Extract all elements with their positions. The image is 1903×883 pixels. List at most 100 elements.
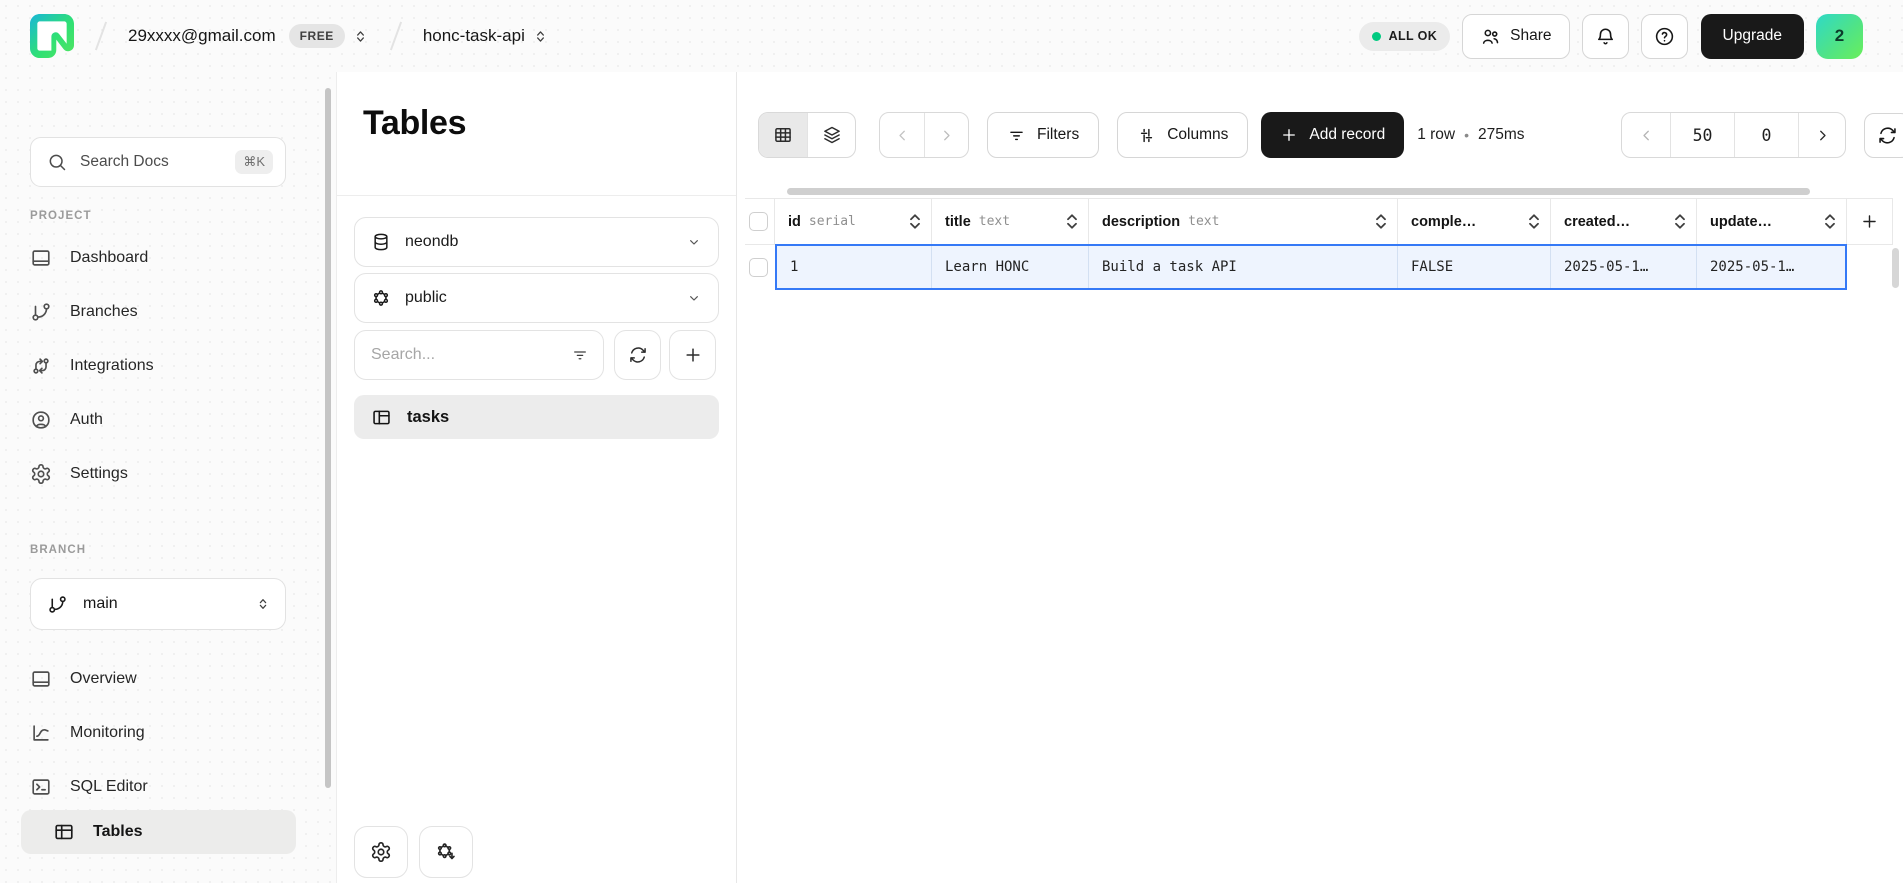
- git-branch-icon: [30, 301, 52, 323]
- schema-selector[interactable]: public: [354, 273, 719, 323]
- select-all-checkbox[interactable]: [749, 212, 768, 231]
- sidebar-item-settings[interactable]: Settings: [30, 447, 128, 501]
- branch-selector[interactable]: main: [30, 578, 286, 630]
- view-mode-segment: [758, 112, 856, 158]
- database-selector[interactable]: neondb: [354, 217, 719, 267]
- breadcrumb-project[interactable]: honc-task-api: [423, 26, 525, 46]
- status-badge[interactable]: ALL OK: [1359, 22, 1451, 51]
- next-button[interactable]: [924, 113, 968, 157]
- sort-icon[interactable]: [909, 214, 921, 229]
- window-icon: [30, 247, 52, 269]
- project-switcher-chevron-icon[interactable]: [532, 28, 549, 45]
- sort-icon[interactable]: [1375, 214, 1387, 229]
- upgrade-button[interactable]: Upgrade: [1701, 14, 1804, 59]
- notifications-button[interactable]: [1582, 14, 1629, 59]
- schema-view-button[interactable]: [807, 113, 855, 157]
- schema-export-button[interactable]: [419, 826, 473, 878]
- data-toolbar: Filters Columns Add record 1 row • 275ms…: [758, 112, 1903, 158]
- selected-row[interactable]: 1 Learn HONC Build a task API FALSE 2025…: [775, 244, 1847, 290]
- sidebar-item-label: SQL Editor: [70, 778, 148, 796]
- table-search-input[interactable]: [371, 346, 571, 364]
- column-type: text: [1188, 214, 1219, 229]
- refresh-tables-button[interactable]: [614, 330, 661, 380]
- tables-panel: Tables neondb public: [336, 72, 737, 883]
- breadcrumb-account[interactable]: 29xxxx@gmail.com: [128, 26, 276, 46]
- cell-completed[interactable]: FALSE: [1398, 246, 1551, 288]
- sidebar-scrollbar[interactable]: [325, 88, 331, 788]
- refresh-data-button[interactable]: [1864, 113, 1903, 158]
- page-offset-input[interactable]: 0: [1734, 113, 1798, 157]
- create-table-button[interactable]: [669, 330, 716, 380]
- filters-label: Filters: [1037, 126, 1079, 144]
- gear-icon: [370, 841, 392, 863]
- column-header-completed[interactable]: comple…: [1398, 199, 1551, 244]
- search-docs-button[interactable]: Search Docs ⌘K: [30, 137, 286, 187]
- page-size-input[interactable]: 50: [1670, 113, 1734, 157]
- column-name: comple…: [1411, 214, 1476, 230]
- column-header-id[interactable]: id serial: [775, 199, 932, 244]
- sidebar-item-auth[interactable]: Auth: [30, 393, 103, 447]
- sidebar-item-label: Monitoring: [70, 724, 145, 742]
- sort-icon[interactable]: [1824, 214, 1836, 229]
- chevron-down-icon: [686, 290, 702, 306]
- help-button[interactable]: [1641, 14, 1688, 59]
- filter-lines-icon[interactable]: [571, 346, 589, 364]
- terminal-icon: [30, 776, 52, 798]
- sidebar-item-label: Settings: [70, 465, 128, 483]
- table-vertical-scrollbar[interactable]: [1892, 248, 1899, 288]
- prev-button[interactable]: [880, 113, 924, 157]
- sidebar-item-branches[interactable]: Branches: [30, 285, 138, 339]
- account-switcher-chevron-icon[interactable]: [352, 28, 369, 45]
- page-prev-button[interactable]: [1622, 113, 1670, 157]
- refresh-icon: [1877, 125, 1898, 146]
- sidebar-item-label: Branches: [70, 303, 138, 321]
- panel-settings-button[interactable]: [354, 826, 408, 878]
- sidebar-item-integrations[interactable]: Integrations: [30, 339, 154, 393]
- refresh-icon: [628, 345, 648, 365]
- table-list-item-tasks[interactable]: tasks: [354, 395, 719, 439]
- layers-icon: [822, 125, 842, 145]
- cell-id[interactable]: 1: [777, 246, 932, 288]
- table-name: tasks: [407, 408, 449, 427]
- column-header-created[interactable]: created…: [1551, 199, 1697, 244]
- columns-button[interactable]: Columns: [1117, 112, 1248, 158]
- sidebar-item-label: Integrations: [70, 357, 154, 375]
- sidebar-item-monitoring[interactable]: Monitoring: [30, 706, 145, 760]
- chevron-up-down-icon: [255, 596, 271, 612]
- cell-updated[interactable]: 2025-05-1…: [1697, 246, 1845, 288]
- notification-count-badge[interactable]: 2: [1816, 14, 1863, 59]
- column-header-updated[interactable]: update…: [1697, 199, 1847, 244]
- sort-icon[interactable]: [1066, 214, 1078, 229]
- git-branch-icon: [47, 594, 68, 615]
- grid-view-button[interactable]: [759, 113, 807, 157]
- column-header-title[interactable]: title text: [932, 199, 1089, 244]
- panel-divider: [337, 195, 736, 196]
- share-button[interactable]: Share: [1462, 14, 1569, 59]
- filters-button[interactable]: Filters: [987, 112, 1099, 158]
- sidebar-item-overview[interactable]: Overview: [30, 652, 137, 706]
- header-gutter: [745, 199, 775, 244]
- sort-icon[interactable]: [1674, 214, 1686, 229]
- cell-description[interactable]: Build a task API: [1089, 246, 1398, 288]
- add-column-button[interactable]: [1847, 199, 1893, 244]
- branch-name: main: [83, 595, 118, 613]
- workflow-icon: [30, 355, 52, 377]
- sort-icon[interactable]: [1528, 214, 1540, 229]
- table-horizontal-scrollbar[interactable]: [787, 188, 1810, 195]
- gear-icon: [30, 463, 52, 485]
- plus-icon: [683, 345, 703, 365]
- column-type: serial: [809, 214, 856, 229]
- sidebar-item-restore[interactable]: Restore: [30, 868, 126, 883]
- column-header-description[interactable]: description text: [1089, 199, 1398, 244]
- page-next-button[interactable]: [1798, 113, 1845, 157]
- table-row: 1 Learn HONC Build a task API FALSE 2025…: [745, 244, 1893, 290]
- neon-logo-icon[interactable]: [30, 14, 74, 58]
- cell-created[interactable]: 2025-05-1…: [1551, 246, 1697, 288]
- add-record-button[interactable]: Add record: [1261, 112, 1404, 158]
- sidebar-item-dashboard[interactable]: Dashboard: [30, 231, 148, 285]
- row-checkbox[interactable]: [749, 258, 768, 277]
- cell-title[interactable]: Learn HONC: [932, 246, 1089, 288]
- sidebar-item-label: Auth: [70, 411, 103, 429]
- sidebar-item-tables[interactable]: Tables: [21, 810, 296, 854]
- sidebar-item-sql-editor[interactable]: SQL Editor: [30, 760, 148, 814]
